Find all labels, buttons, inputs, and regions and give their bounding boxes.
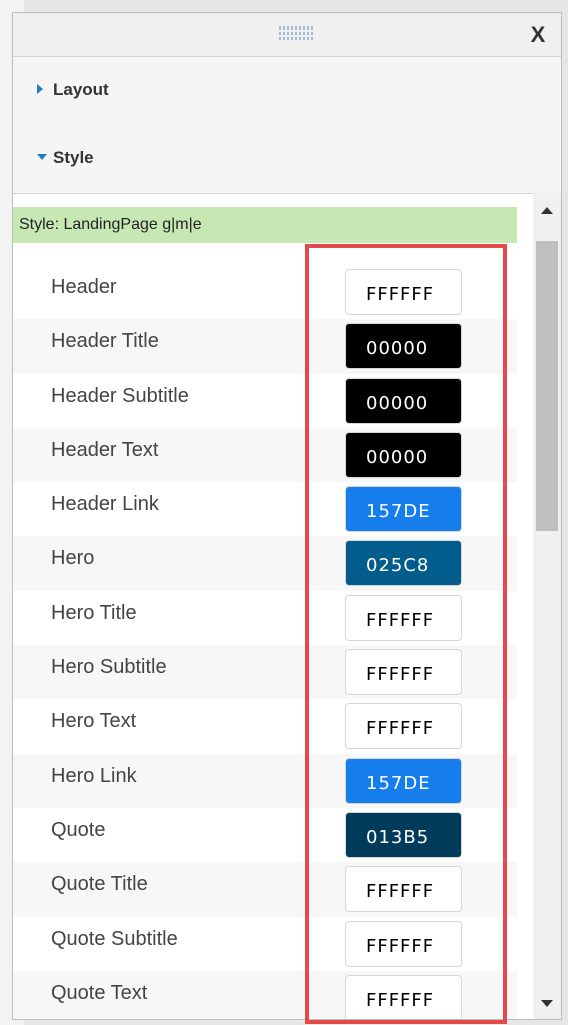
color-row-label: Header — [51, 276, 117, 298]
color-row-label: Header Subtitle — [51, 384, 189, 407]
section-style[interactable]: Style — [13, 125, 561, 194]
section-label: Layout — [53, 80, 109, 99]
color-row: Header Subtitle 00000 — [13, 374, 517, 428]
color-row: Hero 025C8 — [13, 536, 517, 591]
color-swatch-input[interactable]: 013B5 — [345, 811, 462, 858]
color-row-label: Hero Link — [51, 764, 137, 787]
section-label: Style — [53, 148, 94, 167]
color-row: Hero Title FFFFFF — [13, 591, 517, 645]
color-row: Header Title 00000 — [13, 319, 517, 374]
color-row: Hero Subtitle FFFFFF — [13, 645, 517, 700]
color-swatch-input[interactable]: FFFFFF — [345, 974, 462, 1019]
style-editor-panel: X Layout Style Style: LandingPage g|m|e … — [12, 12, 562, 1020]
color-row: Header Text 00000 — [13, 427, 517, 483]
chevron-down-icon — [37, 154, 47, 160]
color-swatch-input[interactable]: FFFFFF — [345, 703, 462, 750]
color-row: Quote Title FFFFFF — [13, 862, 517, 917]
style-banner: Style: LandingPage g|m|e — [13, 207, 517, 243]
section-layout[interactable]: Layout — [13, 57, 561, 126]
panel-titlebar[interactable]: X — [13, 13, 561, 57]
scroll-down-icon[interactable] — [541, 1000, 553, 1007]
color-row-label: Quote Title — [51, 873, 148, 896]
color-swatch-input[interactable]: 157DE — [345, 757, 462, 804]
chevron-right-icon — [37, 84, 43, 94]
color-row: Quote Subtitle FFFFFF — [13, 917, 517, 971]
style-content: Style: LandingPage g|m|e Header FFFFFF Hea… — [13, 193, 561, 1019]
color-row: Hero Text FFFFFF — [13, 699, 517, 753]
color-swatch-input[interactable]: FFFFFF — [345, 866, 462, 913]
scrollbar[interactable] — [533, 193, 561, 1019]
color-swatch-input[interactable]: FFFFFF — [345, 649, 462, 696]
color-row: Hero Link 157DE — [13, 753, 517, 808]
scrollbar-thumb[interactable] — [536, 241, 558, 531]
color-row-label: Hero Title — [51, 601, 137, 624]
color-row-label: Header Link — [51, 493, 159, 516]
color-swatch-input[interactable]: 00000 — [345, 323, 462, 370]
color-row: Quote 013B5 — [13, 808, 517, 862]
color-row: Header FFFFFF — [13, 265, 517, 319]
color-swatch-input[interactable]: FFFFFF — [345, 269, 462, 315]
color-row-label: Hero — [51, 547, 95, 570]
color-row-label: Quote Subtitle — [51, 927, 178, 950]
scroll-up-icon[interactable] — [541, 207, 553, 214]
color-swatch-input[interactable]: FFFFFF — [345, 920, 462, 967]
color-swatch-input[interactable]: 00000 — [345, 431, 462, 478]
color-row: Quote Text FFFFFF — [13, 970, 517, 1019]
color-row-label: Hero Text — [51, 710, 137, 733]
color-row-label: Quote Text — [51, 981, 148, 1004]
color-list: Header FFFFFF Header Title 00000 Header Subt… — [13, 265, 517, 1019]
color-swatch-input[interactable]: 157DE — [345, 486, 462, 533]
color-swatch-input[interactable]: 00000 — [345, 377, 462, 424]
drag-grip-icon[interactable] — [279, 26, 313, 40]
color-row-label: Hero Subtitle — [51, 656, 167, 679]
color-swatch-input[interactable]: FFFFFF — [345, 594, 462, 641]
close-button[interactable]: X — [521, 19, 555, 51]
color-row-label: Quote — [51, 818, 106, 841]
color-swatch-input[interactable]: 025C8 — [345, 540, 462, 587]
color-row-label: Header Title — [51, 330, 159, 353]
color-row-label: Header Text — [51, 438, 159, 461]
color-row: Header Link 157DE — [13, 482, 517, 536]
